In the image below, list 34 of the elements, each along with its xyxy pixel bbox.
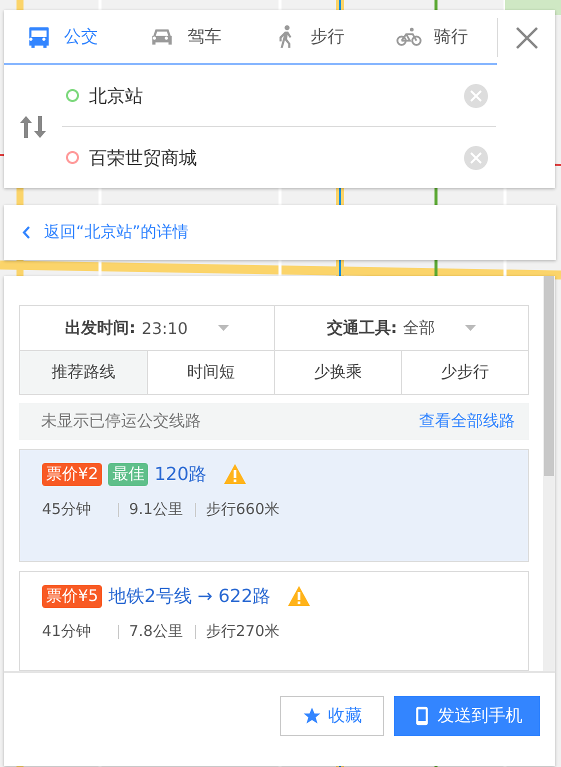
route-stat: 9.1公里 [129, 500, 184, 519]
route-name: 地铁2号线 → 622路 [108, 585, 271, 608]
route-stat: 45分钟 [42, 500, 92, 519]
star-icon [302, 706, 322, 726]
route-stat: 步行660米 [206, 500, 280, 519]
sort-tab[interactable]: 推荐路线 [20, 351, 147, 394]
notice-text: 未显示已停运公交线路 [41, 411, 201, 432]
location-field[interactable]: 百荣世贸商城 [89, 147, 454, 168]
filter-dropdown[interactable]: 交通工具: 全部 [274, 306, 528, 351]
best-tag: 最佳 [108, 462, 148, 486]
end-marker-icon [66, 151, 79, 164]
favorite-button[interactable]: 收藏 [280, 696, 384, 736]
route-stat: 步行270米 [206, 622, 280, 641]
transport-tab[interactable]: 骑行 [374, 10, 497, 63]
route-stat: 7.8公里 [129, 622, 184, 641]
route-card[interactable]: 票价¥2 最佳 120路 45分钟 9.1公里 步行660米 [19, 449, 529, 562]
route-stat: 41分钟 [42, 622, 92, 641]
transport-tab[interactable]: 驾车 [127, 10, 250, 63]
back-link[interactable]: 返回“北京站”的详情 [44, 222, 189, 243]
route-name: 120路 [154, 463, 207, 486]
caret-icon [465, 325, 476, 331]
swap-icon[interactable] [20, 116, 46, 138]
fare-tag: 票价¥2 [42, 462, 102, 486]
scrollbar-thumb[interactable] [544, 276, 554, 476]
location-field[interactable]: 北京站 [89, 85, 454, 106]
fare-tag: 票价¥5 [42, 584, 102, 608]
back-icon[interactable] [22, 226, 30, 239]
send-to-phone-button[interactable]: 发送到手机 [394, 696, 540, 736]
route-card[interactable]: 票价¥5 地铁2号线 → 622路 41分钟 7.8公里 步行270米 [19, 571, 529, 671]
close-icon [514, 26, 538, 50]
transport-tab[interactable]: 步行 [250, 10, 374, 63]
caret-icon [218, 325, 229, 331]
start-marker-icon [66, 89, 79, 102]
transport-tab[interactable]: 公交 [4, 10, 128, 63]
